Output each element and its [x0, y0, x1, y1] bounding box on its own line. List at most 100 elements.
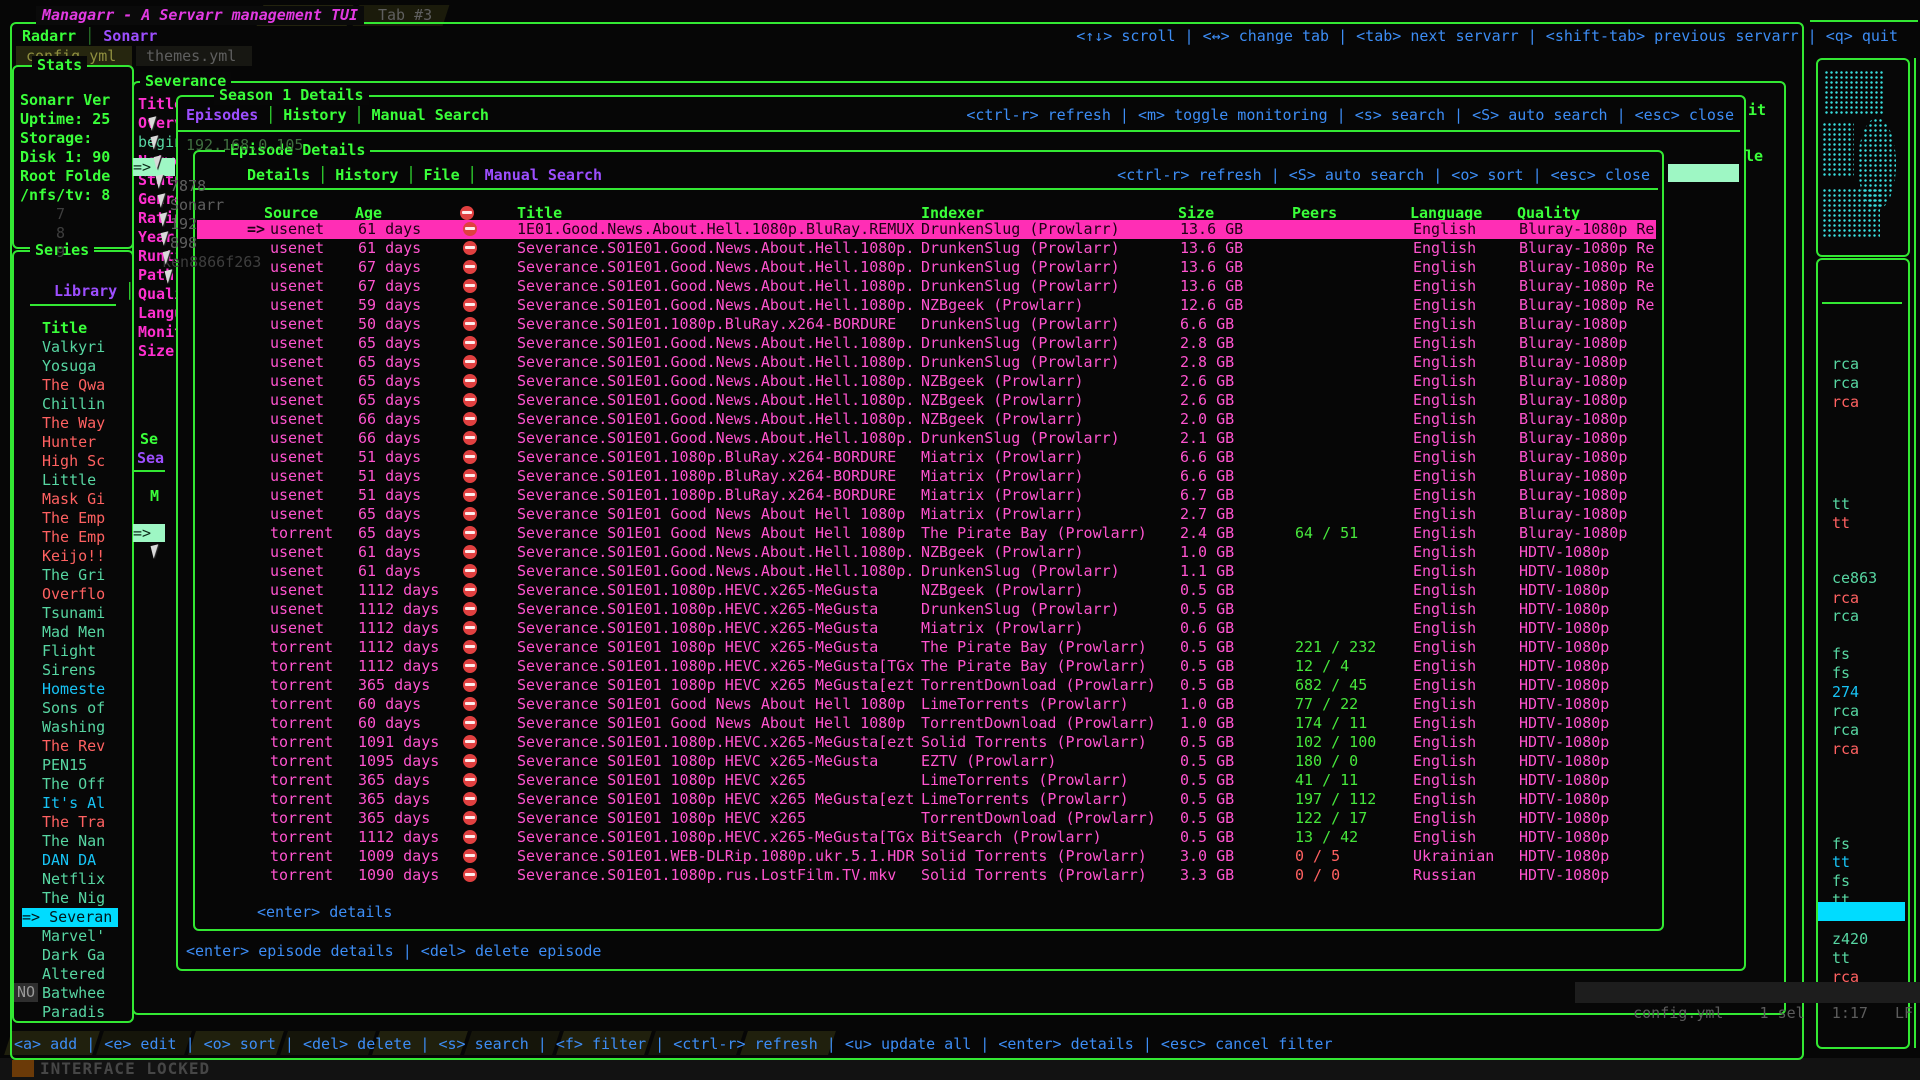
release-peers: 682 / 45	[1295, 676, 1367, 695]
release-title[interactable]: Severance.S01E01.1080p.BluRay.x264-BORDU…	[517, 486, 896, 505]
background-right-item: rca	[1832, 374, 1859, 393]
episode-tab-file[interactable]: File	[424, 166, 460, 185]
sidebar-item[interactable]: Chillin	[42, 395, 105, 414]
release-title[interactable]: Severance.S01E01.Good.News.About.Hell.10…	[517, 543, 914, 562]
release-title[interactable]: Severance S01E01 1080p HEVC x265 MeGusta…	[517, 790, 914, 809]
sidebar-item[interactable]: Sirens	[42, 661, 96, 680]
servarr-tab-sonarr[interactable]: Sonarr	[103, 27, 157, 45]
release-age: 65 days	[358, 372, 421, 391]
release-title[interactable]: Severance.S01E01.Good.News.About.Hell.10…	[517, 562, 914, 581]
sidebar-item[interactable]: Marvel'	[42, 927, 105, 946]
release-title[interactable]: Severance.S01E01.Good.News.About.Hell.10…	[517, 372, 914, 391]
release-language: English	[1413, 334, 1476, 353]
sidebar-item[interactable]: High Sc	[42, 452, 105, 471]
sidebar-item[interactable]: It's Al	[42, 794, 105, 813]
release-title[interactable]: Severance.S01E01.WEB-DLRip.1080p.ukr.5.1…	[517, 847, 914, 866]
release-title[interactable]: Severance S01E01 1080p HEVC x265-MeGusta	[517, 752, 878, 771]
sidebar-item[interactable]: Little	[42, 471, 96, 490]
background-right-item: rca	[1832, 355, 1859, 374]
sidebar-item[interactable]: PEN15	[42, 756, 87, 775]
sidebar-item-selected[interactable]: => Severan	[22, 908, 118, 927]
release-title[interactable]: Severance.S01E01.1080p.HEVC.x265-MeGusta	[517, 619, 878, 638]
release-title[interactable]: Severance S01E01 Good News About Hell 10…	[517, 714, 905, 733]
release-title[interactable]: Severance S01E01 Good News About Hell 10…	[517, 524, 905, 543]
release-title[interactable]: Severance.S01E01.1080p.HEVC.x265-MeGusta…	[517, 733, 914, 752]
release-title[interactable]: Severance S01E01 1080p HEVC x265	[517, 809, 806, 828]
sidebar-item[interactable]: Sons of	[42, 699, 105, 718]
sidebar-item[interactable]: Dark Ga	[42, 946, 105, 965]
sidebar-item[interactable]: The Gri	[42, 566, 105, 585]
release-title[interactable]: Severance.S01E01.Good.News.About.Hell.10…	[517, 239, 914, 258]
sidebar-item[interactable]: Hunter	[42, 433, 96, 452]
rejected-icon	[463, 469, 477, 483]
release-title[interactable]: Severance S01E01 Good News About Hell 10…	[517, 505, 905, 524]
sidebar-item[interactable]: Netflix	[42, 870, 105, 889]
release-title[interactable]: Severance.S01E01.1080p.HEVC.x265-MeGusta	[517, 581, 878, 600]
release-title[interactable]: Severance.S01E01.Good.News.About.Hell.10…	[517, 258, 914, 277]
sidebar-item[interactable]: The Way	[42, 414, 105, 433]
sidebar-item[interactable]: Mad Men	[42, 623, 105, 642]
release-title[interactable]: Severance.S01E01.1080p.HEVC.x265-MeGusta…	[517, 657, 914, 676]
release-title[interactable]: Severance S01E01 1080p HEVC x265-MeGusta	[517, 638, 878, 657]
season-tab-manual-search[interactable]: Manual Search	[372, 106, 489, 125]
episode-tab-history[interactable]: History	[335, 166, 398, 185]
sidebar-item[interactable]: DAN DA	[42, 851, 96, 870]
release-title[interactable]: Severance.S01E01.1080p.rus.LostFilm.TV.m…	[517, 866, 896, 885]
release-age: 65 days	[358, 353, 421, 372]
sidebar-item[interactable]: The Nan	[42, 832, 105, 851]
release-title[interactable]: Severance.S01E01.1080p.HEVC.x265-MeGusta	[517, 600, 878, 619]
release-title[interactable]: Severance.S01E01.Good.News.About.Hell.10…	[517, 334, 914, 353]
release-title[interactable]: Severance.S01E01.1080p.BluRay.x264-BORDU…	[517, 448, 896, 467]
sidebar-item[interactable]: Washing	[42, 718, 105, 737]
sidebar-item[interactable]: Yosuga	[42, 357, 96, 376]
release-title[interactable]: Severance.S01E01.Good.News.About.Hell.10…	[517, 296, 914, 315]
sidebar-item[interactable]: The Qwa	[42, 376, 105, 395]
episode-tab-details[interactable]: Details	[247, 166, 310, 185]
release-source: usenet	[270, 410, 324, 429]
release-age: 51 days	[358, 486, 421, 505]
sidebar-item[interactable]: The Rev	[42, 737, 105, 756]
release-title[interactable]: Severance.S01E01.1080p.HEVC.x265-MeGusta…	[517, 828, 914, 847]
release-title[interactable]: 1E01.Good.News.About.Hell.1080p.BluRay.R…	[517, 220, 914, 239]
tab-library[interactable]: Library	[54, 282, 117, 301]
sidebar-item[interactable]: Tsunami	[42, 604, 105, 623]
sidebar-item[interactable]: Mask Gi	[42, 490, 105, 509]
sidebar-item[interactable]: Altered	[42, 965, 105, 984]
sidebar-item[interactable]: Flight	[42, 642, 96, 661]
release-title[interactable]: Severance.S01E01.Good.News.About.Hell.10…	[517, 391, 914, 410]
sidebar-item[interactable]: Homeste	[42, 680, 105, 699]
season-tab-episodes[interactable]: Episodes	[186, 106, 258, 125]
selected-season-marker[interactable]: =>	[133, 524, 165, 542]
episode-tab-manual-search[interactable]: Manual Search	[485, 166, 602, 185]
sidebar-item[interactable]: Batwhee	[42, 984, 105, 1003]
release-size: 1.0 GB	[1180, 714, 1234, 733]
sidebar-item[interactable]: Paradis	[42, 1003, 105, 1022]
release-quality: HDTV-1080p	[1519, 657, 1609, 676]
release-title[interactable]: Severance.S01E01.1080p.BluRay.x264-BORDU…	[517, 467, 896, 486]
sidebar-item[interactable]: The Emp	[42, 528, 105, 547]
servarr-tab-radarr[interactable]: Radarr	[22, 27, 76, 45]
release-language: English	[1413, 220, 1476, 239]
release-title[interactable]: Severance.S01E01.Good.News.About.Hell.10…	[517, 277, 914, 296]
release-title[interactable]: Severance.S01E01.Good.News.About.Hell.10…	[517, 410, 914, 429]
release-title[interactable]: Severance S01E01 1080p HEVC x265 MeGusta…	[517, 676, 914, 695]
release-indexer: The Pirate Bay (Prowlarr)	[921, 638, 1147, 657]
season-tab-history[interactable]: History	[283, 106, 346, 125]
release-title[interactable]: Severance.S01E01.Good.News.About.Hell.10…	[517, 353, 914, 372]
rejected-icon	[463, 754, 477, 768]
sidebar-item[interactable]: Valkyri	[42, 338, 105, 357]
release-title[interactable]: Severance S01E01 Good News About Hell 10…	[517, 695, 905, 714]
sidebar-item[interactable]: The Tra	[42, 813, 105, 832]
sidebar-item[interactable]: The Nig	[42, 889, 105, 908]
release-age: 365 days	[358, 790, 430, 809]
release-title[interactable]: Severance S01E01 1080p HEVC x265	[517, 771, 806, 790]
sidebar-item[interactable]: Keijo!!	[42, 547, 105, 566]
sidebar-item[interactable]: The Off	[42, 775, 105, 794]
release-indexer: NZBgeek (Prowlarr)	[921, 296, 1084, 315]
sidebar-item[interactable]: Overflo	[42, 585, 105, 604]
release-title[interactable]: Severance.S01E01.1080p.BluRay.x264-BORDU…	[517, 315, 896, 334]
sidebar-item[interactable]: The Emp	[42, 509, 105, 528]
release-size: 1.0 GB	[1180, 695, 1234, 714]
release-title[interactable]: Severance.S01E01.Good.News.About.Hell.10…	[517, 429, 914, 448]
release-quality: Bluray-1080p	[1519, 467, 1627, 486]
